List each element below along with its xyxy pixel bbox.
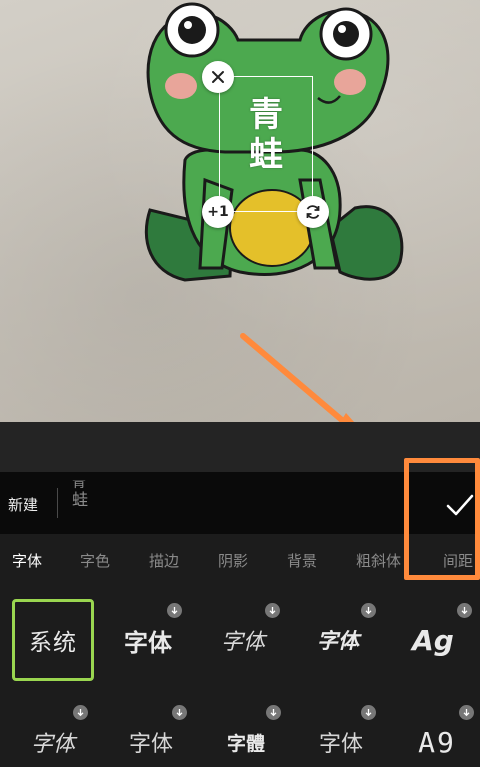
input-divider <box>57 488 58 518</box>
font-sample: Ag <box>412 623 454 657</box>
font-grid: 系统 字体 字体 字体 Ag 字体 字体 字體 字体 A9 <box>0 586 480 767</box>
font-sample: 字体 <box>30 732 75 757</box>
font-sample: 字体 <box>124 628 172 657</box>
font-sample: 字体 <box>318 732 363 757</box>
new-text-button[interactable]: 新建 <box>8 494 38 515</box>
draft-line-1: 青 <box>72 480 86 490</box>
tab-shadow[interactable]: 阴影 <box>218 550 248 571</box>
font-option[interactable]: 字體 <box>205 701 287 767</box>
tab-background[interactable]: 背景 <box>287 550 317 571</box>
annotation-highlight <box>404 458 480 580</box>
font-sample: 系统 <box>29 630 77 656</box>
font-sample: 字体 <box>220 630 265 655</box>
font-sample: 字体 <box>317 629 359 653</box>
font-option[interactable]: 字体 <box>110 701 192 767</box>
tab-font-color[interactable]: 字色 <box>80 550 110 571</box>
font-sample: 字體 <box>226 732 265 755</box>
font-option[interactable]: 字体 <box>300 701 382 767</box>
download-icon[interactable] <box>265 603 280 618</box>
font-option[interactable]: 字体 <box>12 701 94 767</box>
download-icon[interactable] <box>361 603 376 618</box>
font-option-system[interactable]: 系统 <box>12 599 94 681</box>
text-input-field[interactable]: 青 蛙 <box>72 480 88 510</box>
tab-font[interactable]: 字体 <box>12 550 42 571</box>
font-sample: 字体 <box>128 732 173 757</box>
tab-bold-italic[interactable]: 粗斜体 <box>356 550 401 571</box>
font-option[interactable]: A9 <box>396 701 478 767</box>
draft-line-2: 蛙 <box>72 490 89 509</box>
download-icon[interactable] <box>457 603 472 618</box>
font-sample: A9 <box>418 725 456 759</box>
download-icon[interactable] <box>167 603 182 618</box>
tab-stroke[interactable]: 描边 <box>149 550 179 571</box>
